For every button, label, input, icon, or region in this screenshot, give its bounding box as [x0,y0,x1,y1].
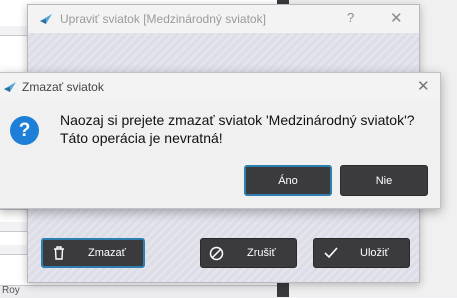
trash-icon [53,246,65,260]
edit-dialog-title: Upraviť sviatok [Medzinárodný sviatok] [60,12,266,26]
help-icon[interactable]: ? [347,10,354,25]
question-icon: ? [10,116,39,145]
cancel-icon [209,246,224,261]
checkmark-icon [324,247,338,259]
confirm-message-line2: Táto operácia je nevratná! [60,130,223,146]
close-icon[interactable]: ✕ [417,77,430,95]
confirm-dialog-titlebar[interactable]: Zmazať sviatok ✕ [0,73,440,101]
background-row [0,245,28,255]
confirm-dialog-title: Zmazať sviatok [22,80,104,94]
confirm-dialog-body: ? Naozaj si prejete zmazať sviatok 'Medz… [0,101,440,208]
confirm-message-line1: Naozaj si prejete zmazať sviatok 'Medzin… [60,112,415,128]
yes-button-label: Áno [278,174,298,187]
app-logo-icon [40,14,52,24]
save-button[interactable]: Uložiť [313,238,410,268]
no-button[interactable]: Nie [340,165,428,196]
background-status-row: Roy [0,285,277,298]
save-button-label: Uložiť [360,247,389,259]
edit-dialog-titlebar[interactable]: Upraviť sviatok [Medzinárodný sviatok] ?… [28,5,419,33]
background-status-text: Roy [2,285,20,296]
close-icon[interactable]: ✕ [390,9,403,27]
background-row [0,222,28,232]
confirm-message: Naozaj si prejete zmazať sviatok 'Medzin… [60,111,415,147]
yes-button[interactable]: Áno [244,165,332,196]
cancel-button-label: Zrušiť [247,247,276,259]
confirm-delete-dialog: Zmazať sviatok ✕ ? Naozaj si prejete zma… [0,72,441,209]
no-button-label: Nie [375,174,393,187]
background-row [0,26,28,36]
cancel-button[interactable]: Zrušiť [200,238,297,268]
delete-button-label: Zmazať [88,247,126,259]
app-logo-icon [4,82,16,92]
delete-button[interactable]: Zmazať [41,238,145,268]
